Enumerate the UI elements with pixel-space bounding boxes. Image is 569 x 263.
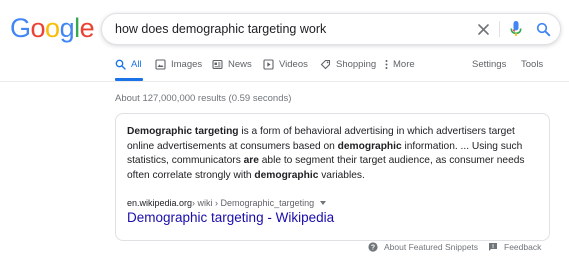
logo-letter: o <box>30 13 46 43</box>
tab-all[interactable]: All <box>115 59 143 81</box>
featured-snippet: Demographic targeting is a form of behav… <box>115 113 550 241</box>
tab-label: Images <box>171 59 203 70</box>
cite-path: › wiki › Demographic_targeting <box>192 198 315 208</box>
search-tabs: All Images News Videos Shopping More Set… <box>0 54 569 82</box>
tab-videos[interactable]: Videos <box>263 59 308 81</box>
search-box[interactable] <box>101 13 561 45</box>
caret-down-icon[interactable] <box>320 201 327 205</box>
tab-news[interactable]: News <box>212 59 252 81</box>
help-icon: ? <box>368 242 378 252</box>
snippet-highlight: Demographic targeting <box>127 126 239 137</box>
tab-more[interactable]: More <box>384 59 415 81</box>
tab-label: Tools <box>521 59 544 70</box>
search-input[interactable] <box>115 14 465 44</box>
tab-label: More <box>393 59 415 70</box>
tag-icon <box>320 59 331 70</box>
snippet-highlight: demographic <box>254 169 319 181</box>
feedback-link[interactable]: Feedback <box>488 242 541 252</box>
image-icon <box>155 59 166 70</box>
video-icon <box>263 59 274 70</box>
mic-icon[interactable] <box>507 20 525 38</box>
tab-images[interactable]: Images <box>155 59 202 81</box>
svg-text:?: ? <box>371 245 375 252</box>
google-logo[interactable]: Google <box>10 13 95 43</box>
news-icon <box>212 59 223 70</box>
tab-label: Shopping <box>336 59 377 70</box>
snippet-highlight: demographic <box>337 140 402 152</box>
tab-shopping[interactable]: Shopping <box>320 59 376 81</box>
search-divider <box>499 21 500 37</box>
tab-label: All <box>131 59 142 70</box>
search-icon <box>115 59 126 70</box>
tab-label: Settings <box>472 59 507 70</box>
tab-tools[interactable]: Tools <box>521 59 543 81</box>
result-cite[interactable]: en.wikipedia.org › wiki › Demographic_ta… <box>127 198 327 208</box>
logo-letter: o <box>45 13 60 43</box>
tab-label: News <box>228 59 252 70</box>
logo-letter: g <box>59 13 75 43</box>
about-label: About Featured Snippets <box>384 242 479 252</box>
result-stats: About 127,000,000 results (0.59 seconds) <box>115 93 292 104</box>
snippet-text: Demographic targeting is a form of behav… <box>127 125 540 183</box>
about-featured-snippets[interactable]: ? About Featured Snippets <box>368 242 478 252</box>
search-icon[interactable] <box>534 20 552 38</box>
snippet-highlight: are <box>243 155 259 167</box>
cite-domain: en.wikipedia.org <box>127 198 193 208</box>
feedback-icon <box>488 242 498 252</box>
close-icon[interactable] <box>474 20 492 38</box>
logo-letter: G <box>10 13 31 43</box>
logo-letter: e <box>79 13 95 43</box>
snippet-segment: variables. <box>318 169 365 181</box>
tab-settings[interactable]: Settings <box>472 59 506 81</box>
result-title-link[interactable]: Demographic targeting - Wikipedia <box>127 210 334 225</box>
more-vert-icon <box>384 59 389 70</box>
tab-label: Videos <box>279 59 308 70</box>
feedback-label: Feedback <box>504 242 542 252</box>
